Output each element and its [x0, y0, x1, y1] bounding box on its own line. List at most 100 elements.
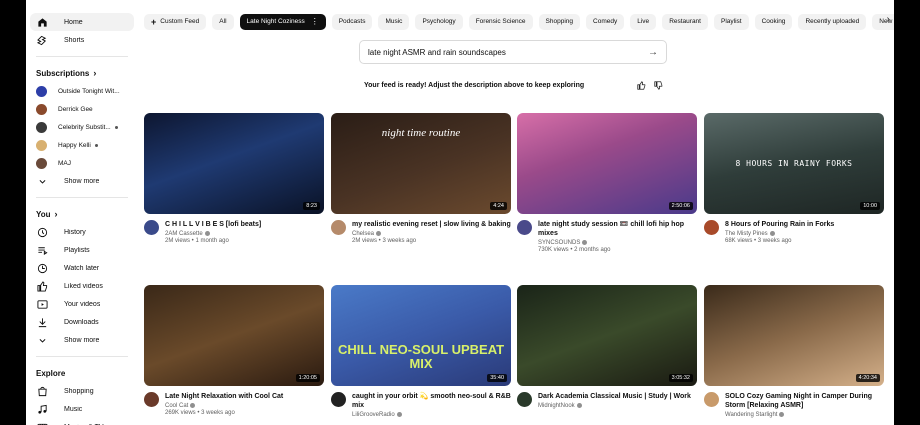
video-thumbnail[interactable]: night time routine 4:24: [331, 113, 511, 214]
video-thumbnail[interactable]: 4:20:34: [704, 285, 884, 386]
video-info: C H I L L V I B E S [lofi beats] 2AM Cass…: [165, 220, 261, 244]
video-duration: 35:40: [487, 374, 507, 382]
chip-restaurant[interactable]: Restaurant: [662, 13, 708, 30]
chip-recently-uploaded[interactable]: Recently uploaded: [798, 13, 867, 30]
video-title[interactable]: SOLO Cozy Gaming Night in Camper During …: [725, 392, 884, 410]
video-title[interactable]: late night study session 📼 chill lofi hi…: [538, 220, 697, 238]
chip-psychology[interactable]: Psychology: [415, 13, 463, 30]
sidebar-item-label: Playlists: [64, 246, 90, 254]
video-thumbnail[interactable]: CHILL NEO-SOUL UPBEAT MIX 35:40: [331, 285, 511, 386]
sidebar-item-downloads[interactable]: Downloads: [30, 313, 134, 331]
feed-prompt-input[interactable]: late night ASMR and rain soundscapes →: [359, 40, 667, 64]
video-card[interactable]: night time routine 4:24 my realistic eveni…: [331, 113, 511, 244]
more-vert-icon[interactable]: ⋮: [311, 17, 319, 26]
video-card[interactable]: 4:20:34 SOLO Cozy Gaming Night in Camper …: [704, 285, 884, 418]
sidebar-item-your-videos[interactable]: Your videos: [30, 295, 134, 313]
chip-forensic-science[interactable]: Forensic Science: [468, 13, 533, 30]
channel-avatar[interactable]: [331, 392, 346, 407]
sidebar-item-shorts[interactable]: Shorts: [30, 31, 134, 49]
channel-name[interactable]: Wandering Starlight: [725, 412, 777, 418]
chip-comedy[interactable]: Comedy: [586, 13, 625, 30]
video-card[interactable]: 8:23 C H I L L V I B E S [lofi beats] 2AM …: [144, 113, 324, 244]
video-title[interactable]: caught in your orbit 💫 smooth neo-soul &…: [352, 392, 511, 410]
channel-name[interactable]: Chelsea: [352, 231, 374, 237]
video-card[interactable]: 1:20:05 Late Night Relaxation with Cool C…: [144, 285, 324, 416]
verified-icon: [769, 231, 775, 236]
video-card[interactable]: 2:50:06 late night study session 📼 chill …: [517, 113, 697, 253]
video-title[interactable]: Late Night Relaxation with Cool Cat: [165, 392, 283, 401]
sidebar-item-label: Liked videos: [64, 282, 103, 290]
video-title[interactable]: C H I L L V I B E S [lofi beats]: [165, 220, 261, 229]
you-header[interactable]: You ›: [30, 205, 134, 223]
video-card[interactable]: CHILL NEO-SOUL UPBEAT MIX 35:40 caught in …: [331, 285, 511, 418]
channel-name[interactable]: SYNCSOUNDS: [538, 240, 580, 246]
sidebar-item-watch-later[interactable]: Watch later: [30, 259, 134, 277]
sidebar-item-history[interactable]: History: [30, 223, 134, 241]
chip-label: Live: [637, 18, 650, 25]
video-thumbnail[interactable]: 8 HOURS IN RAINY FORKS 10:00: [704, 113, 884, 214]
channel-avatar[interactable]: [144, 392, 159, 407]
sidebar-item-shopping[interactable]: Shopping: [30, 382, 134, 400]
channel-name[interactable]: Cool Cat: [165, 403, 188, 409]
verified-icon: [190, 403, 196, 408]
video-thumbnail[interactable]: 3:05:32: [517, 285, 697, 386]
feed-prompt-text[interactable]: late night ASMR and rain soundscapes: [368, 48, 648, 57]
channel-name[interactable]: LiliGrooveRadio: [352, 412, 395, 418]
subscription-item[interactable]: Happy Kelli: [30, 136, 134, 154]
video-thumbnail[interactable]: 2:50:06: [517, 113, 697, 214]
subscription-item[interactable]: Celebrity Substit...: [30, 118, 134, 136]
channel-avatar[interactable]: [704, 220, 719, 235]
sidebar-item-music[interactable]: Music: [30, 400, 134, 418]
shorts-icon: [36, 34, 48, 46]
video-duration: 8:23: [303, 202, 320, 210]
chip-music[interactable]: Music: [378, 13, 410, 30]
sidebar-item-movies-tv[interactable]: Movies & TV: [30, 418, 134, 425]
playlists-icon: [36, 244, 48, 256]
video-title[interactable]: Dark Academia Classical Music | Study | …: [538, 392, 691, 401]
channel-avatar[interactable]: [517, 392, 532, 407]
thumbs-down-icon[interactable]: [654, 81, 663, 90]
chip-live[interactable]: Live: [630, 13, 657, 30]
chevron-right-icon[interactable]: ›: [887, 14, 890, 25]
liked-icon: [36, 280, 48, 292]
channel-avatar[interactable]: [704, 392, 719, 407]
chip-cooking[interactable]: Cooking: [754, 13, 793, 30]
chip-custom-feed[interactable]: + Custom Feed: [144, 13, 207, 30]
video-title[interactable]: 8 Hours of Pouring Rain in Forks: [725, 220, 834, 229]
subscription-item[interactable]: Outside Tonight Wit...: [30, 82, 134, 100]
chip-new-to-you[interactable]: New to you: [872, 13, 894, 30]
avatar: [36, 139, 47, 151]
chip-podcasts[interactable]: Podcasts: [331, 13, 373, 30]
channel-avatar[interactable]: [331, 220, 346, 235]
app-window: Home Shorts Subscriptions › Outside Tonight …: [26, 0, 894, 425]
channel-name[interactable]: 2AM Cassette: [165, 231, 203, 237]
arrow-right-icon[interactable]: →: [648, 47, 658, 58]
chip-all[interactable]: All: [212, 13, 234, 30]
channel-avatar[interactable]: [517, 220, 532, 235]
sidebar-item-home[interactable]: Home: [30, 13, 134, 31]
sidebar-item-liked-videos[interactable]: Liked videos: [30, 277, 134, 295]
thumbs-up-icon[interactable]: [637, 81, 646, 90]
subscriptions-show-more[interactable]: Show more: [30, 172, 134, 190]
video-title[interactable]: my realistic evening reset | slow living…: [352, 220, 511, 229]
channel-name[interactable]: The Misty Pines: [725, 231, 768, 237]
chip-shopping[interactable]: Shopping: [538, 13, 581, 30]
subscription-name: Outside Tonight Wit...: [58, 87, 120, 95]
verified-icon: [376, 231, 382, 236]
video-duration: 2:50:06: [668, 202, 693, 210]
video-card[interactable]: 3:05:32 Dark Academia Classical Music | S…: [517, 285, 697, 409]
chip-playlist[interactable]: Playlist: [713, 13, 749, 30]
sidebar-item-playlists[interactable]: Playlists: [30, 241, 134, 259]
subscription-item[interactable]: MAJ: [30, 154, 134, 172]
subscriptions-header[interactable]: Subscriptions ›: [30, 64, 134, 82]
video-thumbnail[interactable]: 1:20:05: [144, 285, 324, 386]
channel-name[interactable]: MidnightNook: [538, 403, 575, 409]
channel-avatar[interactable]: [144, 220, 159, 235]
video-card[interactable]: 8 HOURS IN RAINY FORKS 10:00 8 Hours of Po…: [704, 113, 884, 244]
channel-row: MidnightNook: [538, 403, 691, 409]
you-show-more[interactable]: Show more: [30, 331, 134, 349]
video-thumbnail[interactable]: 8:23: [144, 113, 324, 214]
subscription-item[interactable]: Derrick Gee: [30, 100, 134, 118]
chip-late-night-coziness[interactable]: Late Night Coziness ⋮: [239, 13, 326, 30]
video-info: caught in your orbit 💫 smooth neo-soul &…: [352, 392, 511, 418]
